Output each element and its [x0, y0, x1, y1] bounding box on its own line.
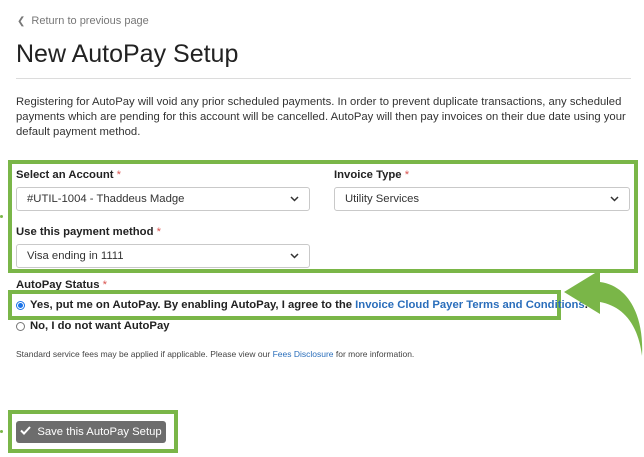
chevron-down-icon: [610, 196, 619, 202]
back-link[interactable]: ❮ Return to previous page: [17, 15, 149, 27]
account-select[interactable]: #UTIL-1004 - Thaddeus Madge: [16, 187, 310, 211]
title-divider: [16, 78, 631, 79]
fees-disclosure-link[interactable]: Fees Disclosure: [273, 349, 334, 359]
back-link-label: Return to previous page: [31, 15, 149, 27]
payment-method-select[interactable]: Visa ending in 1111: [16, 244, 310, 268]
autopay-no-text: No, I do not want AutoPay: [30, 320, 170, 332]
autopay-yes-radio[interactable]: [16, 300, 25, 310]
autopay-no-option[interactable]: No, I do not want AutoPay: [16, 320, 170, 332]
chevron-down-icon: [290, 196, 299, 202]
invoice-type-label: Invoice Type *: [334, 169, 410, 181]
chevron-left-icon: ❮: [17, 15, 26, 27]
autopay-no-radio[interactable]: [16, 321, 25, 331]
account-select-value: #UTIL-1004 - Thaddeus Madge: [27, 193, 185, 205]
account-label: Select an Account *: [16, 169, 122, 181]
chevron-down-icon: [290, 253, 299, 259]
invoice-type-select[interactable]: Utility Services: [334, 187, 630, 211]
highlight-marker-dot: [0, 430, 3, 433]
payment-method-label: Use this payment method *: [16, 226, 162, 238]
intro-text: Registering for AutoPay will void any pr…: [16, 96, 626, 138]
highlight-marker-dot: [0, 215, 3, 218]
save-autopay-button[interactable]: Save this AutoPay Setup: [16, 421, 166, 443]
autopay-yes-option[interactable]: Yes, put me on AutoPay. By enabling Auto…: [16, 299, 588, 311]
invoice-type-select-value: Utility Services: [345, 193, 420, 205]
fees-notice: Standard service fees may be applied if …: [16, 349, 415, 359]
terms-link[interactable]: Invoice Cloud Payer Terms and Conditions: [355, 299, 585, 311]
page-title: New AutoPay Setup: [16, 40, 239, 68]
save-button-label: Save this AutoPay Setup: [37, 426, 162, 438]
checkmark-icon: [20, 426, 32, 438]
curved-arrow-icon: [564, 270, 643, 356]
payment-method-select-value: Visa ending in 1111: [27, 250, 124, 262]
autopay-yes-text: Yes, put me on AutoPay. By enabling Auto…: [30, 299, 588, 311]
